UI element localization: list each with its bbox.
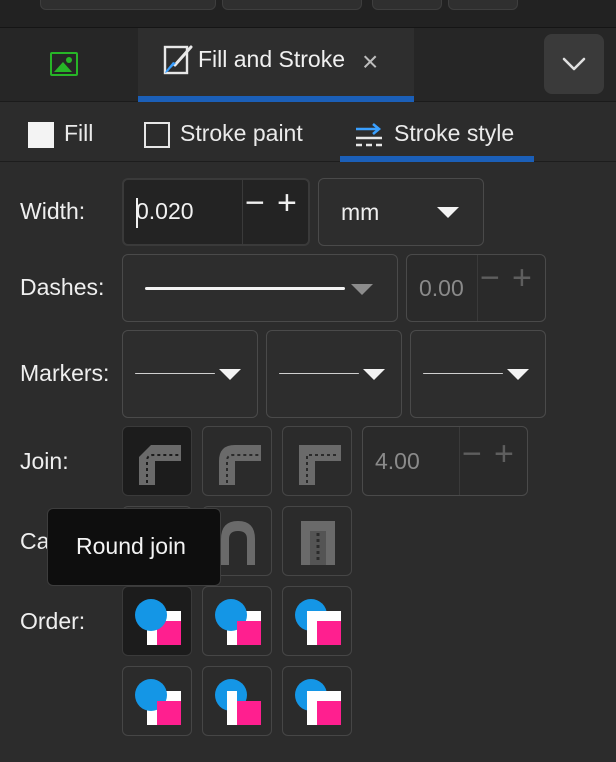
tooltip: Round join bbox=[47, 508, 221, 586]
order-label: Order: bbox=[20, 608, 86, 634]
paint-order-button[interactable] bbox=[122, 666, 192, 736]
tab-fill-label: Fill bbox=[64, 120, 94, 146]
paint-order-button[interactable] bbox=[282, 666, 352, 736]
tab-stroke-style[interactable]: Stroke style bbox=[340, 102, 534, 162]
round-join-icon bbox=[219, 445, 261, 485]
unit-select[interactable]: mm bbox=[318, 178, 484, 246]
tab-stroke-style-label: Stroke style bbox=[394, 120, 515, 146]
chevron-down-icon bbox=[219, 369, 241, 380]
unit-value: mm bbox=[341, 199, 380, 225]
paint-order-button[interactable] bbox=[202, 586, 272, 656]
dash-pattern-select[interactable] bbox=[122, 254, 398, 322]
toolbar-stub bbox=[222, 0, 362, 10]
close-tab-icon[interactable]: × bbox=[362, 48, 378, 76]
chevron-down-icon bbox=[507, 369, 529, 380]
round-join-button[interactable] bbox=[202, 426, 272, 496]
increment-button[interactable]: + bbox=[277, 186, 297, 220]
join-label: Join: bbox=[20, 448, 69, 474]
tooltip-text: Round join bbox=[76, 533, 186, 559]
chevron-down-icon bbox=[437, 207, 459, 218]
width-label: Width: bbox=[20, 198, 86, 224]
toolbar-stub bbox=[372, 0, 442, 10]
decrement-button[interactable]: − bbox=[245, 186, 265, 220]
miter-limit-spinbox[interactable]: 4.00 − + bbox=[362, 426, 528, 496]
image-icon bbox=[50, 52, 78, 76]
tab-title: Fill and Stroke bbox=[198, 46, 346, 72]
width-value[interactable]: 0.020 bbox=[136, 198, 194, 225]
active-subtab-indicator bbox=[340, 156, 534, 162]
dash-offset-value[interactable]: 0.00 bbox=[419, 275, 464, 302]
bevel-join-icon bbox=[139, 445, 181, 485]
miter-join-icon bbox=[299, 445, 341, 485]
markers-label: Markers: bbox=[20, 360, 110, 386]
dash-offset-spinbox[interactable]: 0.00 − + bbox=[406, 254, 546, 322]
paintbrush-icon bbox=[163, 45, 193, 75]
decrement-button[interactable]: − bbox=[462, 437, 482, 471]
square-cap-icon bbox=[301, 521, 335, 565]
chevron-down-icon bbox=[562, 57, 586, 71]
width-spinbox[interactable]: 0.020 − + bbox=[122, 178, 310, 246]
paint-order-icon bbox=[215, 599, 261, 645]
paint-order-icon bbox=[295, 679, 341, 725]
increment-button[interactable]: + bbox=[494, 437, 514, 471]
stroke-style-icon bbox=[356, 123, 382, 147]
square-cap-button[interactable] bbox=[282, 506, 352, 576]
paint-order-button[interactable] bbox=[122, 586, 192, 656]
top-toolbar-strip bbox=[0, 0, 616, 28]
miter-limit-spin-buttons: − + bbox=[459, 427, 527, 495]
fill-icon bbox=[28, 122, 54, 148]
tab-stroke-paint-label: Stroke paint bbox=[180, 120, 303, 146]
paint-order-button[interactable] bbox=[202, 666, 272, 736]
marker-line-preview bbox=[423, 373, 503, 374]
solid-dash-preview bbox=[145, 287, 345, 290]
toolbar-stub bbox=[40, 0, 216, 10]
paint-order-icon bbox=[215, 679, 261, 725]
dash-offset-spin-buttons: − + bbox=[477, 255, 545, 321]
fill-stroke-subtabs: Fill Stroke paint Stroke style bbox=[0, 102, 616, 162]
bevel-join-button[interactable] bbox=[122, 426, 192, 496]
paint-order-icon bbox=[135, 599, 181, 645]
end-marker-select[interactable] bbox=[410, 330, 546, 418]
paint-order-button[interactable] bbox=[282, 586, 352, 656]
miter-join-button[interactable] bbox=[282, 426, 352, 496]
dashes-label: Dashes: bbox=[20, 274, 105, 300]
paint-order-icon bbox=[135, 679, 181, 725]
chevron-down-icon bbox=[351, 284, 373, 295]
dock-menu-button[interactable] bbox=[544, 34, 604, 94]
increment-button[interactable]: + bbox=[512, 261, 532, 295]
dock-tab-bar: Fill and Stroke × bbox=[0, 28, 616, 102]
start-marker-select[interactable] bbox=[122, 330, 258, 418]
miter-limit-value[interactable]: 4.00 bbox=[375, 448, 420, 475]
tab-fill-and-stroke[interactable]: Fill and Stroke × bbox=[138, 28, 414, 102]
width-spin-buttons: − + bbox=[242, 180, 310, 244]
marker-line-preview bbox=[279, 373, 359, 374]
mid-marker-select[interactable] bbox=[266, 330, 402, 418]
decrement-button[interactable]: − bbox=[480, 261, 500, 295]
toolbar-stub bbox=[448, 0, 518, 10]
paint-order-icon bbox=[295, 599, 341, 645]
marker-line-preview bbox=[135, 373, 215, 374]
tab-image-properties[interactable] bbox=[0, 28, 138, 102]
tab-fill[interactable]: Fill bbox=[20, 102, 110, 162]
chevron-down-icon bbox=[363, 369, 385, 380]
tab-stroke-paint[interactable]: Stroke paint bbox=[136, 102, 326, 162]
stroke-paint-icon bbox=[144, 122, 170, 148]
